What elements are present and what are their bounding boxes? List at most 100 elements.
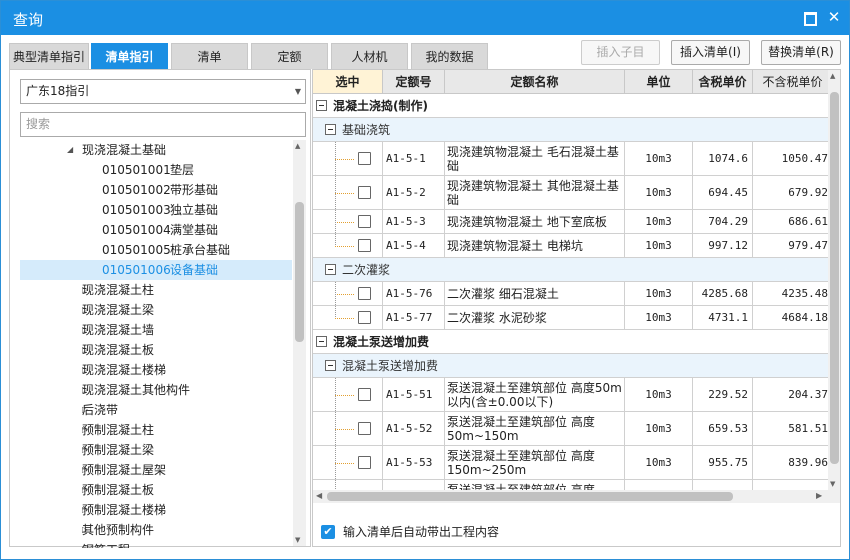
group-row[interactable]: 混凝土浇捣(制作) (313, 94, 828, 118)
col-code-header[interactable]: 定额号 (383, 70, 445, 94)
scroll-thumb[interactable] (327, 492, 733, 501)
select-cell (313, 412, 383, 445)
quota-row[interactable]: A1-5-54泵送混凝土至建筑部位 高度250m~350m10m31951.29… (313, 480, 828, 490)
quota-row[interactable]: A1-5-3 现浇建筑物混凝土 地下室底板 10m3 704.29 686.61 (313, 210, 828, 234)
col-unit-header[interactable]: 单位 (625, 70, 693, 94)
replace-list-button[interactable]: 替换清单(R) (761, 40, 841, 65)
row-checkbox[interactable] (358, 186, 371, 199)
search-input[interactable]: 搜索 (20, 112, 306, 137)
tree-item[interactable]: 010501005 桩承台基础 (20, 240, 292, 260)
tab-list[interactable]: 清单 (171, 43, 248, 69)
tab-list-guide[interactable]: 清单指引 (91, 43, 168, 69)
tree-label: 钢筋工程 (82, 540, 130, 548)
col-price-notax-header[interactable]: 不含税单价 (753, 70, 828, 94)
collapse-icon[interactable] (325, 264, 336, 275)
quota-row[interactable]: A1-5-77 二次灌浆 水泥砂浆 10m3 4731.1 4684.18 (313, 306, 828, 330)
row-checkbox[interactable] (358, 287, 371, 300)
row-checkbox[interactable] (358, 422, 371, 435)
scroll-right-icon[interactable]: ▶ (816, 491, 822, 500)
tree-scrollbar[interactable]: ▲ ▼ (293, 140, 306, 546)
quota-row[interactable]: A1-5-76 二次灌浆 细石混凝土 10m3 4285.68 4235.48 (313, 282, 828, 306)
tree-connector (335, 142, 336, 246)
quota-row[interactable]: A1-5-51 泵送混凝土至建筑部位 高度50m以内(含±0.00以下) 10m3 2… (313, 378, 828, 412)
tree-category[interactable]: ▷ 预制混凝土梁 (20, 440, 292, 460)
quota-row[interactable]: A1-5-2 现浇建筑物混凝土 其他混凝土基础 10m3 694.45 679.92 (313, 176, 828, 210)
tree-category[interactable]: ▷ 现浇混凝土其他构件 (20, 380, 292, 400)
price-tax-cell: 1074.6 (693, 142, 753, 175)
guide-select[interactable]: 广东18指引 ▼ (20, 79, 306, 104)
tree-label: 现浇混凝土梁 (82, 303, 155, 317)
tree-code: 010501002 (102, 183, 171, 197)
tree-item[interactable]: 010501006 设备基础 (20, 260, 292, 280)
grid-vscrollbar[interactable]: ▲ ▼ (828, 70, 840, 490)
scroll-thumb[interactable] (830, 92, 839, 464)
tab-my-data[interactable]: 我的数据 (411, 43, 488, 69)
tree-category[interactable]: ▷ 现浇混凝土梁 (20, 300, 292, 320)
tab-quota[interactable]: 定额 (251, 43, 328, 69)
col-name-header[interactable]: 定额名称 (445, 70, 625, 94)
row-checkbox[interactable] (358, 215, 371, 228)
tree-category[interactable]: ▷ 现浇混凝土板 (20, 340, 292, 360)
tree-connector (335, 395, 355, 396)
tree-category[interactable]: ▷ 其他预制构件 (20, 520, 292, 540)
tree-category[interactable]: ▷ 预制混凝土板 (20, 480, 292, 500)
tree-category[interactable]: ▷ 预制混凝土屋架 (20, 460, 292, 480)
quota-row[interactable]: A1-5-1 现浇建筑物混凝土 毛石混凝土基础 10m3 1074.6 1050.47 (313, 142, 828, 176)
maximize-icon[interactable] (802, 10, 817, 26)
tree-label: 桩承台基础 (170, 243, 231, 257)
tree-category[interactable]: ▷ 现浇混凝土楼梯 (20, 360, 292, 380)
tree-category[interactable]: ▷ 后浇带 (20, 400, 292, 420)
quota-row[interactable]: A1-5-4 现浇建筑物混凝土 电梯坑 10m3 997.12 979.47 (313, 234, 828, 258)
tree-item[interactable]: 010501001 垫层 (20, 160, 292, 180)
scroll-thumb[interactable] (295, 202, 304, 342)
row-checkbox[interactable] (358, 239, 371, 252)
collapse-icon[interactable] (325, 124, 336, 135)
tree-code: 010501005 (102, 243, 171, 257)
row-checkbox[interactable] (358, 456, 371, 469)
col-select-header[interactable]: 选中 (313, 70, 383, 94)
quota-row[interactable]: A1-5-52 泵送混凝土至建筑部位 高度50m~150m 10m3 659.53 58… (313, 412, 828, 446)
tree-item[interactable]: 010501003 独立基础 (20, 200, 292, 220)
tree-category[interactable]: ▷ 预制混凝土楼梯 (20, 500, 292, 520)
expanded-triangle-icon[interactable]: ◢ (67, 140, 73, 160)
tree-label: 现浇混凝土板 (82, 343, 155, 357)
unit-cell: 10m3 (625, 412, 693, 445)
tab-typical-guide[interactable]: 典型清单指引 (9, 43, 89, 69)
auto-bring-checkbox[interactable]: ✔ (321, 525, 335, 539)
grid-hscrollbar[interactable]: ◀ ▶ (313, 490, 840, 503)
collapse-icon[interactable] (316, 336, 327, 347)
tree-category[interactable]: ▷ 现浇混凝土墙 (20, 320, 292, 340)
row-checkbox[interactable] (358, 152, 371, 165)
scroll-down-icon[interactable]: ▼ (830, 480, 835, 488)
select-cell (313, 378, 383, 411)
row-checkbox[interactable] (358, 311, 371, 324)
collapse-icon[interactable] (316, 100, 327, 111)
quota-row[interactable]: A1-5-53 泵送混凝土至建筑部位 高度150m~250m 10m3 955.75 8… (313, 446, 828, 480)
unit-cell: 10m3 (625, 176, 693, 209)
scroll-up-icon[interactable]: ▲ (295, 142, 300, 150)
subgroup-row[interactable]: 基础浇筑 (313, 118, 828, 142)
tree-category[interactable]: ▷钢筋工程 (20, 540, 292, 548)
insert-list-button[interactable]: 插入清单(I) (671, 40, 750, 65)
scroll-down-icon[interactable]: ▼ (295, 536, 300, 544)
tree-category[interactable]: ▷ 现浇混凝土柱 (20, 280, 292, 300)
group-row[interactable]: 混凝土泵送增加费 (313, 330, 828, 354)
tree-item[interactable]: 010501002 带形基础 (20, 180, 292, 200)
scroll-up-icon[interactable]: ▲ (830, 72, 835, 80)
unit-cell: 10m3 (625, 446, 693, 479)
tree-item[interactable]: 010501004 满堂基础 (20, 220, 292, 240)
tab-labor-material[interactable]: 人材机 (331, 43, 408, 69)
subgroup-label: 二次灌浆 (342, 263, 391, 277)
insert-child-button[interactable]: 插入子目 (581, 40, 660, 65)
tree-category[interactable]: ◢ 现浇混凝土基础 (20, 140, 292, 160)
scroll-left-icon[interactable]: ◀ (316, 491, 322, 500)
close-icon[interactable]: ✕ (827, 10, 841, 25)
subgroup-row[interactable]: 混凝土泵送增加费 (313, 354, 828, 378)
tree-connector (335, 282, 336, 318)
collapse-icon[interactable] (325, 360, 336, 371)
tree-label: 后浇带 (82, 403, 119, 417)
tree-category[interactable]: ▷ 预制混凝土柱 (20, 420, 292, 440)
row-checkbox[interactable] (358, 388, 371, 401)
col-price-tax-header[interactable]: 含税单价 (693, 70, 753, 94)
subgroup-row[interactable]: 二次灌浆 (313, 258, 828, 282)
